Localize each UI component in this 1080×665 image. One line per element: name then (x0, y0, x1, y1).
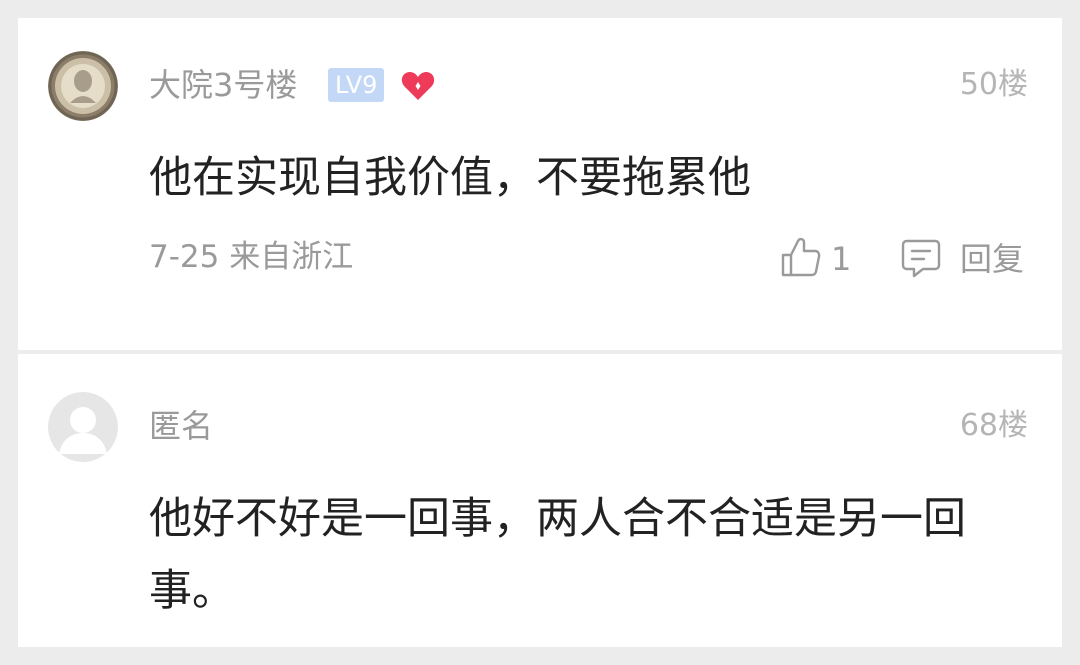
avatar[interactable] (48, 51, 118, 121)
comment-card: 匿名 68楼 他好不好是一回事，两人合不合适是另一回事。 (18, 354, 1062, 647)
comment-card: 大院3号楼 LV9 50楼 他在实现自我价值，不要拖累他 7-25 来自浙江 1… (18, 18, 1062, 350)
like-count: 1 (831, 240, 852, 278)
comment-location: 来自浙江 (229, 239, 354, 275)
comment-bubble-icon[interactable] (901, 238, 941, 278)
username[interactable]: 大院3号楼 (149, 65, 297, 105)
floor-number: 68楼 (959, 408, 1028, 443)
username[interactable]: 匿名 (149, 406, 213, 446)
level-badge: LV9 (328, 68, 385, 102)
comment-date: 7-25 (149, 239, 220, 275)
heart-icon (401, 71, 435, 100)
floor-number: 50楼 (959, 67, 1028, 102)
reply-button[interactable]: 回复 (960, 239, 1024, 279)
comment-meta: 7-25 来自浙江 (149, 237, 353, 277)
thumbs-up-icon[interactable] (781, 236, 821, 278)
comment-text: 他好不好是一回事，两人合不合适是另一回事。 (149, 494, 966, 616)
avatar[interactable] (48, 392, 118, 462)
comment-text: 他在实现自我价值，不要拖累他 (149, 153, 751, 203)
